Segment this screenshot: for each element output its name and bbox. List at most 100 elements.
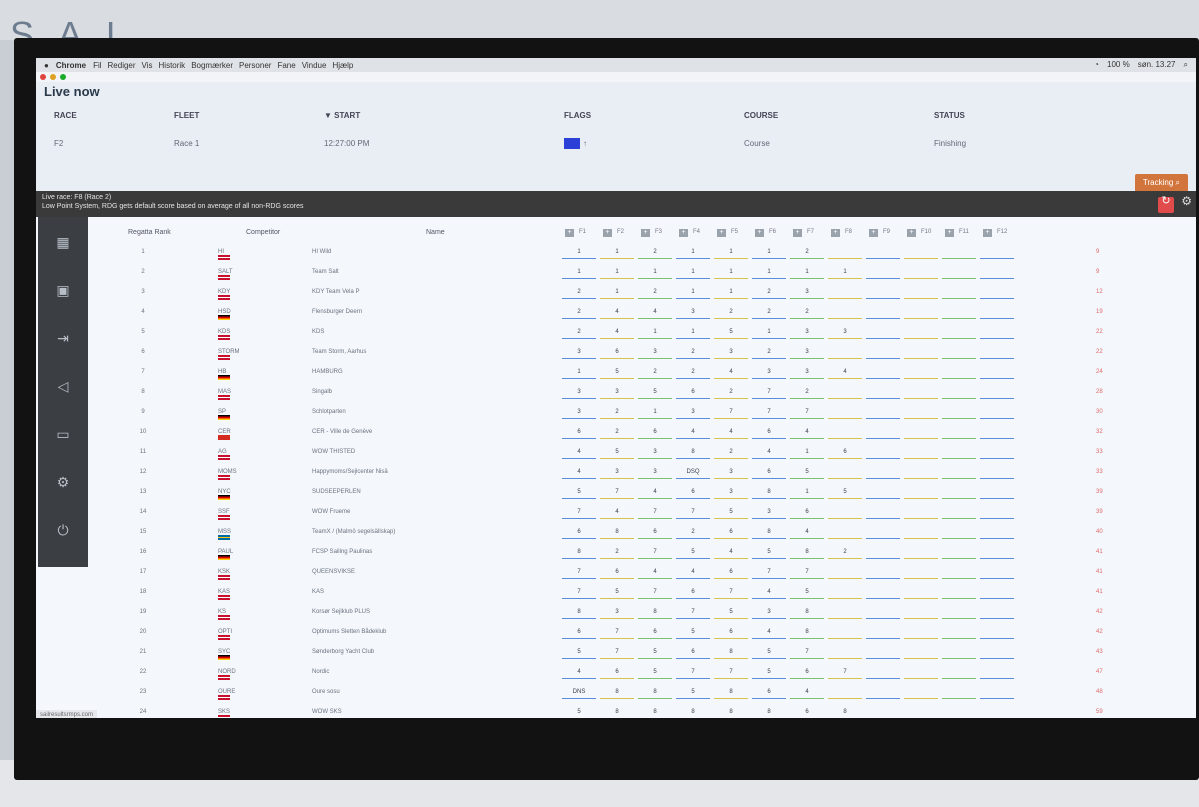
table-row[interactable]: 13 NYC SUDSEEPERLEN 5 7 4 6 3 8 1 5 39	[36, 483, 1196, 503]
header-status[interactable]: STATUS	[924, 111, 1084, 120]
settings-icon[interactable]: ⚙	[52, 471, 74, 493]
header-race[interactable]: RACE	[44, 111, 164, 120]
row-competitor[interactable]: SSF	[218, 509, 230, 520]
grid-icon[interactable]: ▦	[52, 231, 74, 253]
header-competitor[interactable]: Competitor	[246, 229, 280, 236]
table-row[interactable]: 9 SP Schlotparten 3 2 1 3 7 7 7 30	[36, 403, 1196, 423]
menu-item[interactable]: Fil	[93, 61, 101, 70]
expand-plus-icon[interactable]: +	[755, 229, 764, 237]
expand-plus-icon[interactable]: +	[603, 229, 612, 237]
battery-level[interactable]: 100 %	[1107, 60, 1130, 70]
race-score-cell: 5	[600, 586, 634, 599]
menu-item[interactable]: Historik	[159, 61, 186, 70]
row-competitor[interactable]: SALT	[218, 269, 233, 280]
expand-plus-icon[interactable]: +	[641, 229, 650, 237]
table-row[interactable]: 24 SKS WOW SKS 5 8 8 8 8 8 6 8 59	[36, 703, 1196, 718]
expand-plus-icon[interactable]: +	[869, 229, 878, 237]
table-row[interactable]: 5 KDS KDS 2 4 1 1 5 1 3 3 22	[36, 323, 1196, 343]
search-icon[interactable]: ⌕	[1184, 60, 1188, 70]
volume-icon[interactable]: ◁	[52, 375, 74, 397]
row-competitor[interactable]: AG	[218, 449, 230, 460]
row-competitor[interactable]: OURE	[218, 689, 235, 700]
table-row[interactable]: 22 NORD Nordic 4 6 5 7 7 5 6 7 47	[36, 663, 1196, 683]
row-competitor[interactable]: SYC	[218, 649, 230, 660]
row-competitor[interactable]: STORM	[218, 349, 240, 360]
row-competitor[interactable]: MAS	[218, 389, 231, 400]
table-row[interactable]: 10 CER CER - Ville de Genève 6 2 6 4 4 6 4 32	[36, 423, 1196, 443]
expand-plus-icon[interactable]: +	[679, 229, 688, 237]
table-row[interactable]: 16 PAUL FCSP Sailing Paulinas 8 2 7 5 4 5 8 2 41	[36, 543, 1196, 563]
row-competitor[interactable]: SP	[218, 409, 230, 420]
close-window-button[interactable]	[40, 74, 46, 80]
table-row[interactable]: 23 OURE Oure sosu DNS 8 8 5 8 6 4 48	[36, 683, 1196, 703]
row-competitor[interactable]: CER	[218, 429, 231, 440]
row-competitor[interactable]: OPTI	[218, 629, 232, 640]
table-row[interactable]: 8 MAS Singalb 3 3 5 6 2 7 2 28	[36, 383, 1196, 403]
table-row[interactable]: 15 MSS TeamX / (Malmö segelsällskap) 6 8 6 2 6 8…	[36, 523, 1196, 543]
zoom-window-button[interactable]	[60, 74, 66, 80]
table-row[interactable]: 1 HI HI Wild 1 1 2 1 1 1 2 9	[36, 243, 1196, 263]
row-competitor[interactable]: HI	[218, 249, 230, 260]
row-competitor[interactable]: KDS	[218, 329, 230, 340]
table-row[interactable]: 11 AG WOW THISTED 4 5 3 8 2 4 1 6 33	[36, 443, 1196, 463]
row-competitor[interactable]: KS	[218, 609, 230, 620]
settings-button[interactable]: ⚙	[1181, 195, 1192, 207]
display-icon[interactable]: ▭	[52, 423, 74, 445]
table-row[interactable]: 18 KAS KAS 7 5 7 6 7 4 5 41	[36, 583, 1196, 603]
row-competitor[interactable]: MSS	[218, 529, 231, 540]
header-fleet[interactable]: FLEET	[164, 111, 314, 120]
row-competitor[interactable]: HB	[218, 369, 230, 380]
row-competitor[interactable]: SKS	[218, 709, 230, 718]
screens-icon[interactable]: ▣	[52, 279, 74, 301]
menu-app[interactable]: Chrome	[56, 61, 86, 70]
refresh-button[interactable]: ↻	[1158, 196, 1174, 213]
wifi-icon[interactable]: ◔	[1094, 60, 1099, 70]
minimize-window-button[interactable]	[50, 74, 56, 80]
expand-plus-icon[interactable]: +	[907, 229, 916, 237]
table-row[interactable]: 2 SALT Team Salt 1 1 1 1 1 1 1 1 9	[36, 263, 1196, 283]
expand-plus-icon[interactable]: +	[565, 229, 574, 237]
row-competitor[interactable]: HSD	[218, 309, 231, 320]
input-icon[interactable]: ⇥	[52, 327, 74, 349]
table-row[interactable]: 19 KS Korsør Sejlklub PLUS 8 3 8 7 5 3 8 42	[36, 603, 1196, 623]
expand-plus-icon[interactable]: +	[831, 229, 840, 237]
header-start[interactable]: ▼ START	[314, 111, 554, 120]
row-competitor[interactable]: KSK	[218, 569, 230, 580]
menubar-clock[interactable]: søn. 13.27	[1138, 60, 1176, 70]
row-competitor[interactable]: NYC	[218, 489, 231, 500]
row-competitor[interactable]: KDY	[218, 289, 230, 300]
menu-item[interactable]: Personer	[239, 61, 271, 70]
table-row[interactable]: 14 SSF WOW Frueme 7 4 7 7 5 3 6 39	[36, 503, 1196, 523]
expand-plus-icon[interactable]: +	[945, 229, 954, 237]
menu-item[interactable]: Hjælp	[332, 61, 353, 70]
header-flags[interactable]: FLAGS	[554, 111, 734, 120]
menu-item[interactable]: Fane	[277, 61, 295, 70]
row-competitor[interactable]: KAS	[218, 589, 230, 600]
row-competitor[interactable]: PAUL	[218, 549, 233, 560]
live-course[interactable]: Course	[734, 139, 924, 148]
table-row[interactable]: 21 SYC Sønderborg Yacht Club 5 7 5 6 8 5 7 43	[36, 643, 1196, 663]
menu-item[interactable]: Bogmærker	[191, 61, 233, 70]
header-name[interactable]: Name	[426, 229, 445, 236]
table-row[interactable]: 12 MOMS Happymoms/Sejlcenter Nisä 4 3 3 DSQ 3 6 5…	[36, 463, 1196, 483]
table-row[interactable]: 6 STORM Team Storm, Aarhus 3 6 3 2 3 2 3 22	[36, 343, 1196, 363]
table-row[interactable]: 20 OPTI Optimums Sletten Bådeklub 6 7 6 5 6 4 8 42	[36, 623, 1196, 643]
expand-plus-icon[interactable]: +	[793, 229, 802, 237]
row-competitor[interactable]: NORD	[218, 669, 236, 680]
menu-item[interactable]: Vis	[142, 61, 153, 70]
menu-item[interactable]: Vindue	[302, 61, 327, 70]
power-icon[interactable]: ⏻	[52, 519, 74, 541]
table-row[interactable]: 4 HSD Flensburger Deern 2 4 4 3 2 2 2 19	[36, 303, 1196, 323]
header-regatta-rank[interactable]: Regatta Rank	[128, 229, 171, 236]
live-race-row[interactable]: F2 Race 1 12:27:00 PM ↑ Course Finishing	[44, 138, 1188, 149]
table-row[interactable]: 3 KDY KDY Team Vela P 2 1 2 1 1 2 3 12	[36, 283, 1196, 303]
tracking-button[interactable]: Tracking ⌕	[1134, 174, 1188, 192]
expand-plus-icon[interactable]: +	[983, 229, 992, 237]
menu-item[interactable]: Rediger	[108, 61, 136, 70]
apple-icon[interactable]: ●	[44, 61, 49, 70]
row-competitor[interactable]: MOMS	[218, 469, 237, 480]
table-row[interactable]: 17 KSK QUEENSVIKSE 7 6 4 4 6 7 7 41	[36, 563, 1196, 583]
expand-plus-icon[interactable]: +	[717, 229, 726, 237]
table-row[interactable]: 7 HB HAMBURG 1 5 2 2 4 3 3 4 24	[36, 363, 1196, 383]
header-course[interactable]: COURSE	[734, 111, 924, 120]
